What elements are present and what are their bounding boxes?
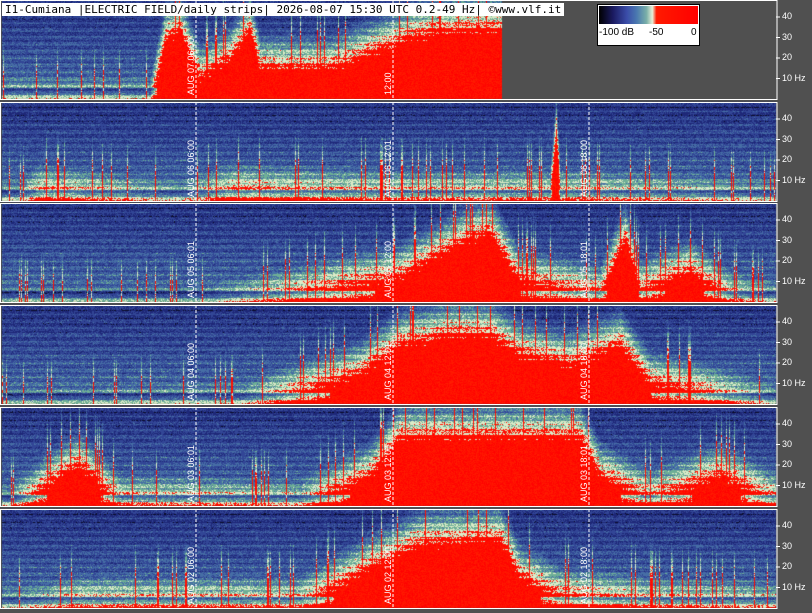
page-title: I1-Cumiana |ELECTRIC FIELD/daily strips|… [2, 3, 565, 16]
legend-mid-label: -50 [649, 27, 664, 38]
color-scale-legend: -100 dB -50 0 [597, 4, 700, 46]
legend-max-label: 0 [691, 27, 697, 38]
legend-min-label: -100 dB [599, 27, 635, 38]
color-scale-bar [599, 6, 698, 24]
spectrogram-canvas [0, 0, 812, 613]
